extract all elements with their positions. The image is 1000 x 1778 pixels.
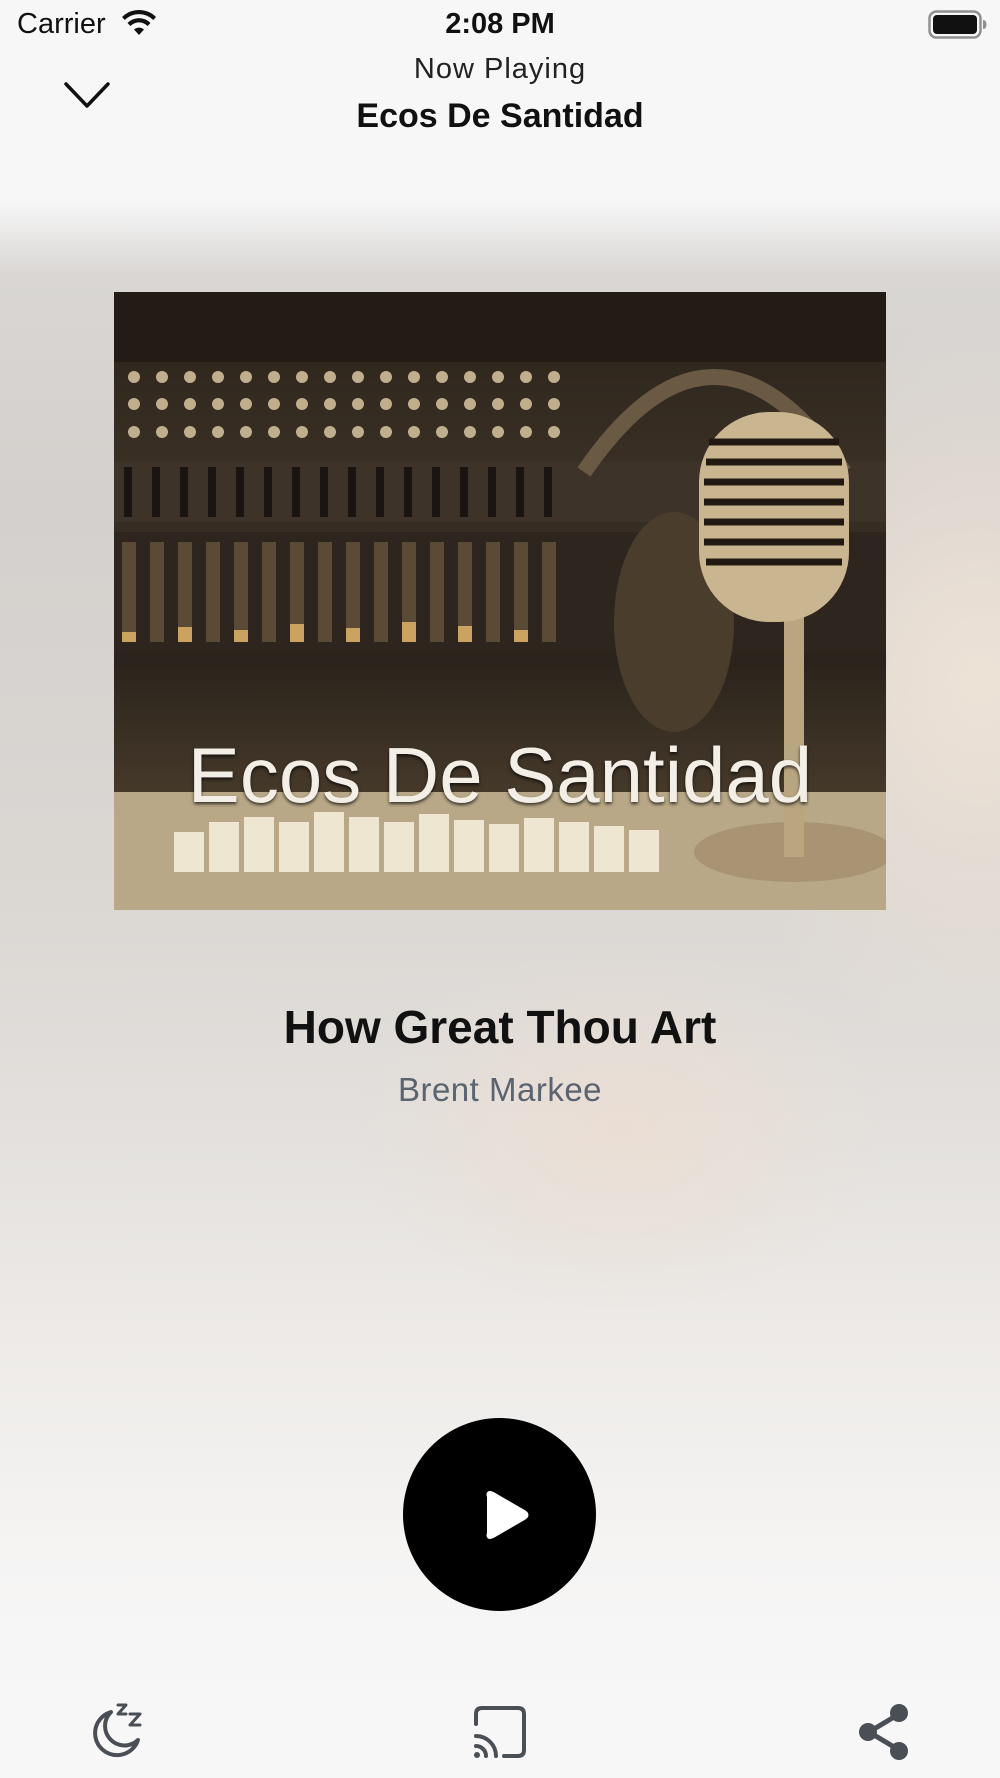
station-title: Ecos De Santidad xyxy=(356,97,644,135)
cast-icon xyxy=(474,1706,526,1758)
share-icon xyxy=(859,1704,908,1760)
artwork-title-text: Ecos De Santidad xyxy=(187,731,813,819)
play-icon xyxy=(486,1491,529,1539)
track-title: How Great Thou Art xyxy=(283,1001,717,1053)
sleep-timer-icon xyxy=(93,1703,142,1758)
cast-button[interactable] xyxy=(468,1700,532,1764)
battery-icon xyxy=(928,10,988,45)
status-bar: Carrier 2:08 PM xyxy=(0,0,1000,50)
status-time: 2:08 PM xyxy=(445,8,555,40)
album-artwork: Ecos De Santidad xyxy=(114,292,886,910)
now-playing-label: Now Playing xyxy=(413,53,587,85)
sleep-timer-button[interactable] xyxy=(84,1700,148,1764)
share-button[interactable] xyxy=(852,1700,916,1764)
play-button[interactable] xyxy=(403,1418,596,1611)
track-artist: Brent Markee xyxy=(397,1071,603,1108)
